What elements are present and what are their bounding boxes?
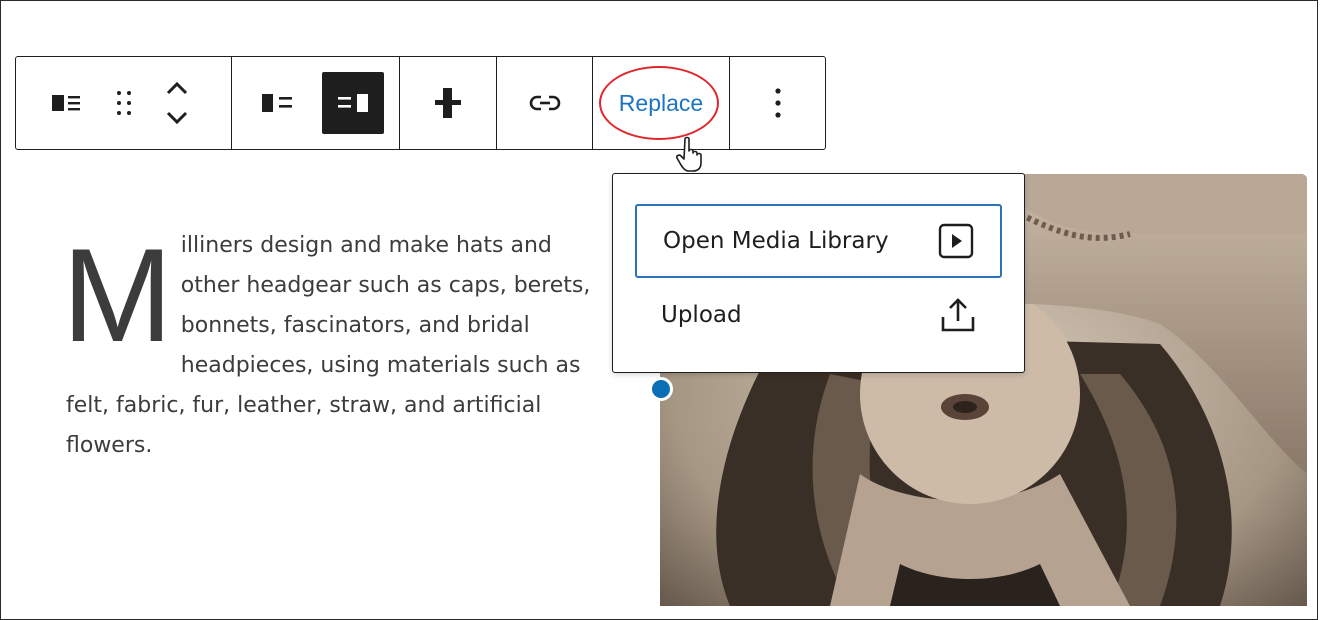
replace-dropdown-menu: Open Media Library Upload (612, 173, 1025, 373)
vertical-align-button[interactable] (400, 57, 496, 149)
vertical-align-icon (435, 88, 461, 118)
toolbar-group-position (232, 57, 400, 149)
more-vertical-icon (774, 88, 781, 118)
media-library-icon (938, 223, 974, 259)
media-left-button[interactable] (232, 57, 322, 149)
media-text-icon (52, 95, 80, 111)
toolbar-group-link (497, 57, 593, 149)
open-media-library-item[interactable]: Open Media Library (635, 204, 1002, 278)
resize-handle[interactable] (649, 377, 673, 401)
upload-item[interactable]: Upload (635, 278, 1002, 352)
drag-handle-button[interactable] (102, 57, 146, 149)
chevron-up-down-icon (166, 81, 188, 125)
toolbar-group-align (400, 57, 497, 149)
drop-cap: M (62, 222, 173, 370)
toolbar-group-replace: Replace (593, 57, 730, 149)
upload-label: Upload (661, 302, 742, 328)
media-right-button[interactable] (322, 72, 384, 134)
media-left-icon (262, 94, 292, 112)
upload-icon (941, 298, 975, 332)
drag-icon (117, 91, 131, 115)
block-type-button[interactable] (16, 57, 102, 149)
paragraph-block[interactable]: M illiners design and make hats and othe… (62, 226, 606, 466)
replace-label: Replace (618, 89, 704, 116)
move-up-down-button[interactable] (146, 57, 208, 149)
toolbar-group-options (730, 57, 825, 149)
link-icon (529, 95, 560, 111)
media-right-icon (338, 94, 368, 112)
replace-button[interactable]: Replace (593, 57, 729, 149)
toolbar-group-block (16, 57, 232, 149)
hand-cursor-icon (676, 136, 702, 172)
open-media-library-label: Open Media Library (663, 228, 889, 254)
insert-link-button[interactable] (497, 57, 592, 149)
options-button[interactable] (730, 57, 825, 149)
